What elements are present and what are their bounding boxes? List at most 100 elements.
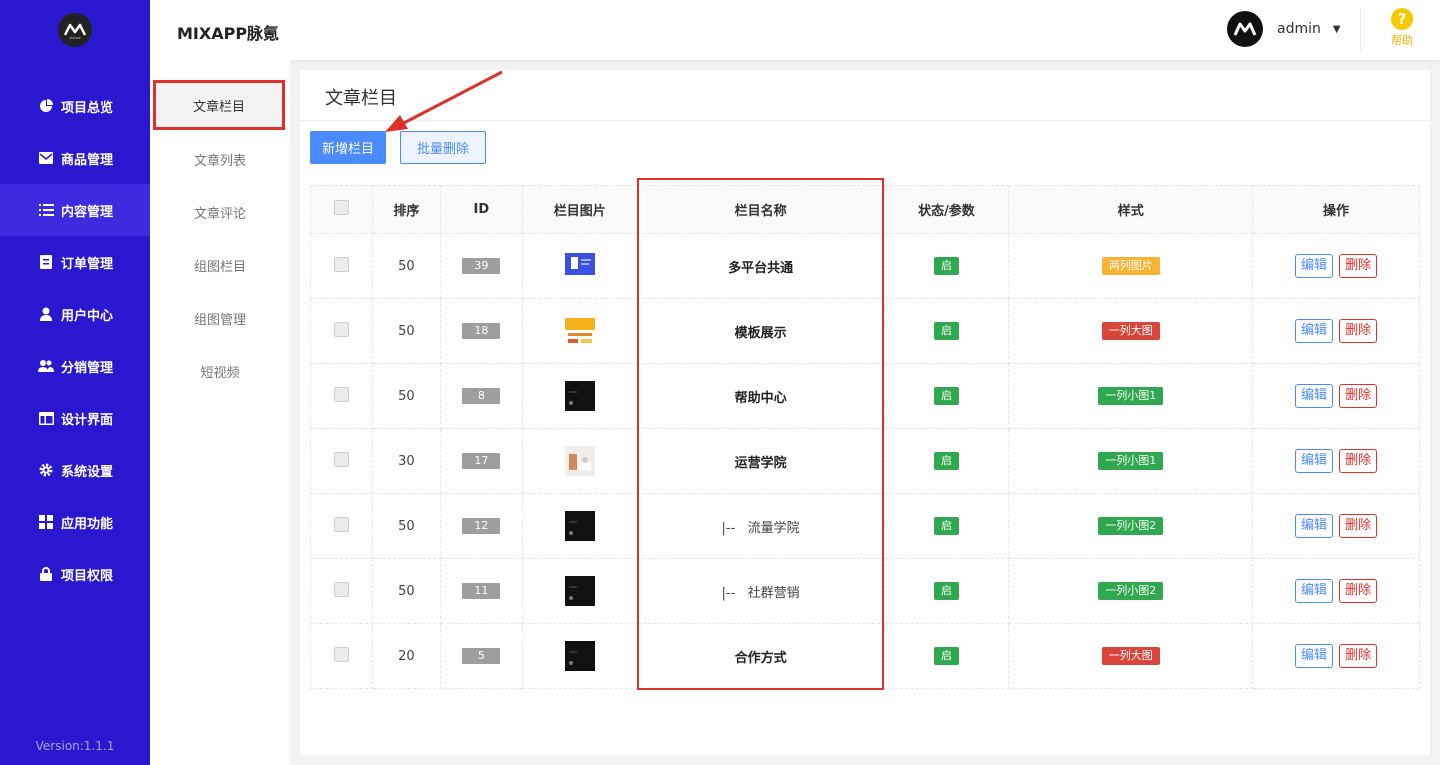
actions-cell: 编辑 删除: [1252, 623, 1420, 689]
status-badge[interactable]: 启: [933, 452, 959, 470]
row-checkbox[interactable]: [333, 516, 349, 532]
column-header-actions: 操作: [1252, 185, 1420, 234]
sidebar-item-overview[interactable]: 项目总览: [0, 80, 150, 132]
edit-button[interactable]: 编辑: [1294, 384, 1333, 408]
document-icon: [38, 254, 54, 270]
status-badge[interactable]: 启: [933, 647, 959, 665]
id-cell: 5: [439, 623, 523, 689]
row-checkbox[interactable]: [333, 646, 349, 662]
row-checkbox[interactable]: [333, 321, 349, 337]
row-select-cell: [310, 428, 373, 494]
edit-button[interactable]: 编辑: [1294, 319, 1333, 343]
category-thumbnail[interactable]: [564, 511, 595, 541]
content-card: 文章栏目 新增栏目 批量删除 排序 ID 栏目图片 栏目名称 状态/参数 样式 …: [300, 70, 1430, 755]
pie-chart-icon: [38, 98, 54, 114]
table-row: 20 5 合作方式 启 一列大图 编辑 删除: [310, 623, 1420, 689]
header-divider: [1360, 8, 1361, 52]
category-thumbnail[interactable]: [564, 316, 595, 346]
subnav-item-short-video[interactable]: 短视频: [150, 346, 290, 396]
category-thumbnail[interactable]: [564, 446, 595, 476]
row-checkbox[interactable]: [333, 256, 349, 272]
status-cell: 启: [883, 363, 1010, 429]
sidebar-item-label: 用户中心: [61, 308, 114, 324]
status-cell: 启: [883, 298, 1010, 364]
category-thumbnail[interactable]: [564, 641, 595, 671]
row-checkbox[interactable]: [333, 451, 349, 467]
delete-button[interactable]: 删除: [1339, 384, 1378, 408]
image-cell: [521, 623, 638, 689]
table-row: 50 8 帮助中心 启 一列小图1 编辑 删除: [310, 363, 1420, 429]
delete-button[interactable]: 删除: [1339, 319, 1378, 343]
style-badge: 一列小图2: [1098, 517, 1164, 535]
subnav-item-gallery-manage[interactable]: 组图管理: [150, 293, 290, 343]
style-badge: 一列小图2: [1098, 582, 1164, 600]
caret-down-icon: ▼: [1332, 23, 1341, 35]
edit-button[interactable]: 编辑: [1294, 449, 1333, 473]
sort-cell: 50: [371, 298, 441, 364]
user-menu[interactable]: admin ▼: [1227, 10, 1341, 48]
style-badge: 一列小图1: [1098, 387, 1164, 405]
image-cell: [521, 363, 638, 429]
sidebar-item-content[interactable]: 内容管理: [0, 184, 150, 236]
column-header-image: 栏目图片: [521, 185, 638, 234]
delete-button[interactable]: 删除: [1339, 514, 1378, 538]
style-badge: 两列图片: [1101, 257, 1160, 275]
user-icon: [38, 306, 54, 322]
subnav-item-article-list[interactable]: 文章列表: [150, 134, 290, 184]
add-category-button[interactable]: 新增栏目: [310, 131, 386, 164]
category-thumbnail[interactable]: [564, 576, 595, 606]
edit-button[interactable]: 编辑: [1294, 254, 1333, 278]
id-cell: 39: [439, 233, 523, 299]
delete-button[interactable]: 删除: [1339, 579, 1378, 603]
edit-button[interactable]: 编辑: [1294, 514, 1333, 538]
status-badge[interactable]: 启: [933, 257, 959, 275]
status-badge[interactable]: 启: [933, 517, 959, 535]
row-select-cell: [310, 298, 373, 364]
name-cell: 模板展示: [636, 298, 885, 364]
avatar: [1227, 11, 1263, 47]
row-checkbox[interactable]: [333, 581, 349, 597]
edit-button[interactable]: 编辑: [1294, 579, 1333, 603]
logo-icon: MIXAPP: [58, 13, 92, 47]
row-checkbox[interactable]: [333, 386, 349, 402]
category-name: 合作方式: [734, 650, 787, 666]
status-cell: 启: [883, 623, 1010, 689]
category-thumbnail[interactable]: [564, 253, 595, 275]
sub-navigation: 文章栏目 文章列表 文章评论 组图栏目 组图管理 短视频: [150, 60, 290, 765]
sidebar-item-permissions[interactable]: 项目权限: [0, 548, 150, 600]
sidebar-item-orders[interactable]: 订单管理: [0, 236, 150, 288]
question-icon: ?: [1391, 8, 1413, 30]
sidebar-item-users[interactable]: 用户中心: [0, 288, 150, 340]
subnav-item-gallery-category[interactable]: 组图栏目: [150, 240, 290, 290]
sort-cell: 50: [371, 558, 441, 624]
status-badge[interactable]: 启: [933, 387, 959, 405]
username: admin: [1277, 21, 1321, 37]
status-badge[interactable]: 启: [933, 322, 959, 340]
delete-button[interactable]: 删除: [1339, 644, 1378, 668]
table-body: 50 39 多平台共通启两列图片 编辑 删除 50 18 模板展示启一列大图 编辑 删除 50 8…: [310, 233, 1420, 689]
sort-cell: 50: [371, 233, 441, 299]
edit-button[interactable]: 编辑: [1294, 644, 1333, 668]
sidebar-item-design[interactable]: 设计界面: [0, 392, 150, 444]
column-header-name: 栏目名称: [636, 185, 885, 234]
status-badge[interactable]: 启: [933, 582, 959, 600]
row-select-cell: [310, 493, 373, 559]
name-cell: |-- 流量学院: [636, 493, 885, 559]
batch-delete-button[interactable]: 批量删除: [400, 131, 486, 164]
id-cell: 18: [439, 298, 523, 364]
subnav-item-article-comments[interactable]: 文章评论: [150, 187, 290, 237]
top-header: MIXAPP脉氪 admin ▼ ? 帮助: [150, 0, 1440, 60]
sidebar-logo[interactable]: MIXAPP: [0, 0, 150, 60]
sidebar-item-products[interactable]: 商品管理: [0, 132, 150, 184]
sidebar-item-distribution[interactable]: 分销管理: [0, 340, 150, 392]
select-all-checkbox[interactable]: [333, 200, 349, 215]
delete-button[interactable]: 删除: [1339, 254, 1378, 278]
subnav-item-article-category[interactable]: 文章栏目: [153, 80, 285, 130]
sidebar-item-settings[interactable]: 系统设置: [0, 444, 150, 496]
help-button[interactable]: ? 帮助: [1382, 8, 1422, 48]
style-cell: 一列小图2: [1008, 558, 1254, 624]
delete-button[interactable]: 删除: [1339, 449, 1378, 473]
style-badge: 一列小图1: [1098, 452, 1164, 470]
category-thumbnail[interactable]: [564, 381, 595, 411]
sidebar-item-apps[interactable]: 应用功能: [0, 496, 150, 548]
